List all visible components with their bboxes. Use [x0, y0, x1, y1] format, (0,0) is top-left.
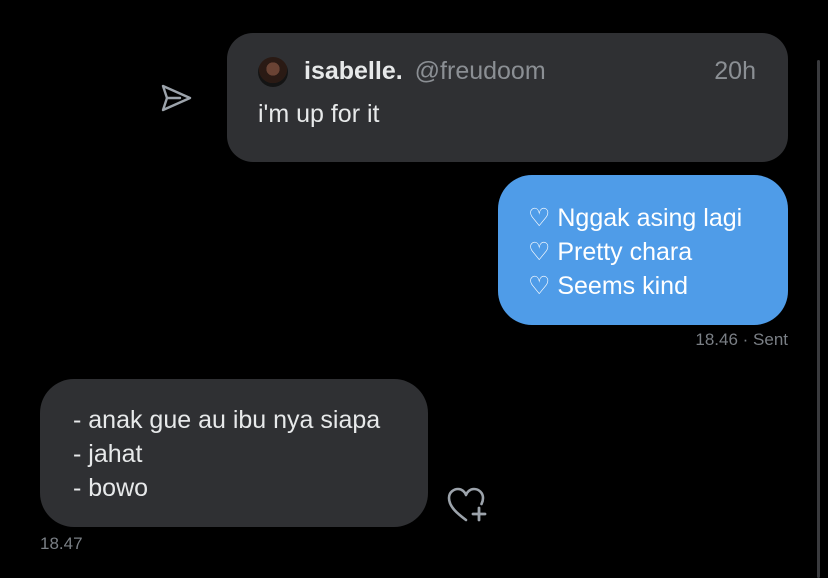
received-message-time: 18.47: [40, 534, 83, 553]
quoted-author-row: isabelle. @freudoom 20h: [304, 57, 756, 89]
sent-message-line: ♡ Seems kind: [528, 272, 688, 300]
received-message-line: - bowo: [73, 474, 149, 502]
quoted-post-card[interactable]: isabelle. @freudoom 20h i'm up for it: [227, 33, 788, 162]
quoted-author-handle: @freudoom: [414, 57, 546, 85]
send-arrow-icon[interactable]: [158, 80, 194, 116]
scrollbar[interactable]: [817, 60, 820, 578]
sent-message-status: · Sent: [742, 330, 788, 349]
sent-message-bubble[interactable]: ♡ Nggak asing lagi ♡ Pretty chara ♡ Seem…: [498, 175, 788, 325]
received-message-bubble[interactable]: - anak gue au ibu nya siapa - jahat - bo…: [40, 379, 428, 527]
received-message-line: - anak gue au ibu nya siapa: [73, 406, 381, 434]
sent-message-time: 18.46: [695, 330, 738, 349]
sent-message-meta: 18.46 · Sent: [695, 330, 788, 350]
quoted-author-avatar: [258, 57, 288, 87]
sent-message-line: ♡ Pretty chara: [528, 238, 693, 266]
quoted-author-name: isabelle.: [304, 57, 403, 85]
received-message-line: - jahat: [73, 440, 143, 468]
heart-add-icon[interactable]: [446, 486, 490, 524]
quoted-post-time: 20h: [714, 57, 756, 85]
sent-message-line: ♡ Nggak asing lagi: [528, 204, 743, 232]
quoted-post-text: i'm up for it: [258, 100, 380, 128]
